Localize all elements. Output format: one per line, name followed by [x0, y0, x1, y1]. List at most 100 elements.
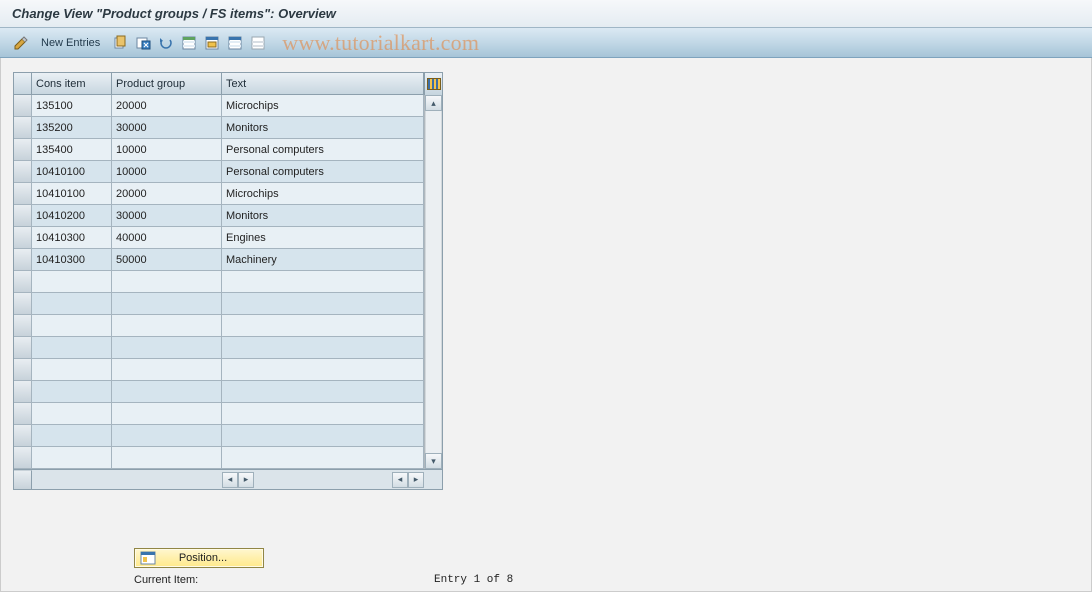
cell-product-group[interactable] — [112, 425, 222, 447]
row-selector[interactable] — [14, 117, 32, 139]
configure-icon — [427, 78, 441, 90]
scroll-down-icon[interactable]: ▾ — [425, 453, 442, 469]
row-selector[interactable] — [14, 183, 32, 205]
cell-cons-item[interactable] — [32, 293, 112, 315]
row-selector[interactable] — [14, 337, 32, 359]
cell-cons-item[interactable] — [32, 381, 112, 403]
cell-text[interactable]: Personal computers — [222, 161, 424, 183]
deselect-all-icon[interactable] — [224, 32, 246, 54]
content-area: Cons item Product group Text 13510020000… — [0, 58, 1092, 592]
print-icon[interactable] — [247, 32, 269, 54]
row-selector[interactable] — [14, 315, 32, 337]
cell-product-group[interactable]: 50000 — [112, 249, 222, 271]
table-configure-button[interactable] — [424, 73, 442, 95]
cell-product-group[interactable] — [112, 315, 222, 337]
table-row: 13540010000Personal computers — [14, 139, 424, 161]
position-area: Position... Current Item: Entry 1 of 8 — [134, 548, 513, 586]
column-header-cons-item[interactable]: Cons item — [32, 73, 112, 95]
cell-product-group[interactable]: 30000 — [112, 117, 222, 139]
undo-icon[interactable] — [155, 32, 177, 54]
cell-product-group[interactable] — [112, 293, 222, 315]
cell-product-group[interactable]: 10000 — [112, 139, 222, 161]
cell-text[interactable]: Personal computers — [222, 139, 424, 161]
cell-cons-item[interactable] — [32, 425, 112, 447]
select-all-column[interactable] — [14, 73, 32, 95]
vertical-scrollbar[interactable]: ▴ ▾ — [424, 95, 442, 469]
cell-text[interactable] — [222, 359, 424, 381]
row-selector[interactable] — [14, 161, 32, 183]
cell-product-group[interactable] — [112, 403, 222, 425]
select-all-icon[interactable] — [178, 32, 200, 54]
cell-text[interactable] — [222, 293, 424, 315]
cell-text[interactable] — [222, 381, 424, 403]
cell-product-group[interactable]: 30000 — [112, 205, 222, 227]
hscroll-left-icon[interactable]: ▸ — [238, 472, 254, 488]
cell-cons-item[interactable] — [32, 359, 112, 381]
cell-cons-item[interactable]: 10410100 — [32, 161, 112, 183]
table-row — [14, 381, 424, 403]
cell-product-group[interactable]: 20000 — [112, 95, 222, 117]
cell-text[interactable]: Microchips — [222, 183, 424, 205]
new-entries-label: New Entries — [41, 37, 100, 49]
cell-cons-item[interactable] — [32, 337, 112, 359]
cell-text[interactable] — [222, 425, 424, 447]
cell-cons-item[interactable]: 135400 — [32, 139, 112, 161]
cell-cons-item[interactable] — [32, 315, 112, 337]
cell-cons-item[interactable]: 10410200 — [32, 205, 112, 227]
cell-text[interactable] — [222, 447, 424, 469]
row-selector[interactable] — [14, 293, 32, 315]
application-toolbar: New Entries www.tutorialkart.com — [0, 28, 1092, 58]
cell-text[interactable] — [222, 337, 424, 359]
row-selector[interactable] — [14, 227, 32, 249]
cell-cons-item[interactable] — [32, 403, 112, 425]
cell-text[interactable] — [222, 403, 424, 425]
new-entries-button[interactable]: New Entries — [33, 32, 108, 54]
delete-icon[interactable] — [132, 32, 154, 54]
toggle-change-icon[interactable] — [10, 32, 32, 54]
cell-text[interactable] — [222, 271, 424, 293]
cell-product-group[interactable] — [112, 447, 222, 469]
row-selector[interactable] — [14, 249, 32, 271]
scroll-track[interactable] — [425, 111, 442, 453]
row-selector[interactable] — [14, 271, 32, 293]
cell-text[interactable] — [222, 315, 424, 337]
cell-text[interactable]: Engines — [222, 227, 424, 249]
cell-cons-item[interactable]: 135100 — [32, 95, 112, 117]
cell-product-group[interactable]: 40000 — [112, 227, 222, 249]
position-button[interactable]: Position... — [134, 548, 264, 568]
cell-text[interactable]: Machinery — [222, 249, 424, 271]
row-selector[interactable] — [14, 447, 32, 469]
hscroll-left-fast-icon[interactable]: ◂ — [222, 472, 238, 488]
row-selector[interactable] — [14, 381, 32, 403]
column-header-product-group[interactable]: Product group — [112, 73, 222, 95]
hscroll-right-fast-icon[interactable]: ▸ — [408, 472, 424, 488]
row-selector[interactable] — [14, 95, 32, 117]
cell-cons-item[interactable]: 10410100 — [32, 183, 112, 205]
table-row: 1041010010000Personal computers — [14, 161, 424, 183]
cell-text[interactable]: Monitors — [222, 117, 424, 139]
row-selector[interactable] — [14, 359, 32, 381]
row-selector[interactable] — [14, 205, 32, 227]
hscroll-right-icon[interactable]: ◂ — [392, 472, 408, 488]
cell-product-group[interactable] — [112, 337, 222, 359]
cell-cons-item[interactable]: 10410300 — [32, 249, 112, 271]
cell-cons-item[interactable]: 10410300 — [32, 227, 112, 249]
cell-product-group[interactable] — [112, 359, 222, 381]
row-selector[interactable] — [14, 139, 32, 161]
cell-product-group[interactable]: 10000 — [112, 161, 222, 183]
scroll-up-icon[interactable]: ▴ — [425, 95, 442, 111]
column-header-text[interactable]: Text — [222, 73, 424, 95]
cell-cons-item[interactable]: 135200 — [32, 117, 112, 139]
cell-cons-item[interactable] — [32, 447, 112, 469]
row-selector[interactable] — [14, 425, 32, 447]
cell-product-group[interactable] — [112, 381, 222, 403]
select-block-icon[interactable] — [201, 32, 223, 54]
cell-text[interactable]: Microchips — [222, 95, 424, 117]
row-selector[interactable] — [14, 403, 32, 425]
cell-product-group[interactable]: 20000 — [112, 183, 222, 205]
cell-text[interactable]: Monitors — [222, 205, 424, 227]
entry-counter: Entry 1 of 8 — [434, 574, 513, 586]
copy-as-icon[interactable] — [109, 32, 131, 54]
cell-cons-item[interactable] — [32, 271, 112, 293]
cell-product-group[interactable] — [112, 271, 222, 293]
